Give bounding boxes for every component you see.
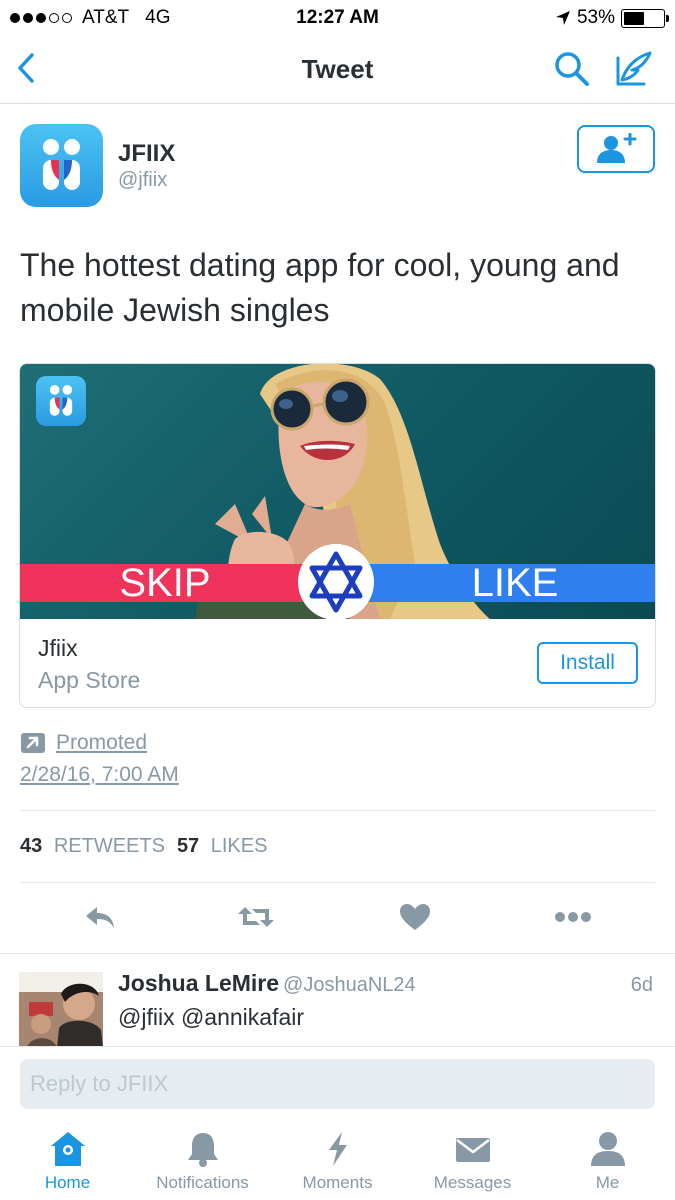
tweet-actions <box>0 895 675 939</box>
card-store-name: App Store <box>38 667 141 693</box>
jfiix-logo-icon <box>43 139 80 190</box>
divider <box>0 953 675 954</box>
tab-bar: Home Notifications Moments Messages Me <box>0 1120 675 1200</box>
tab-me[interactable]: Me <box>540 1130 675 1200</box>
likes-label: LIKES <box>210 835 268 857</box>
skip-label: SKIP <box>119 561 211 605</box>
tab-label: Messages <box>433 1173 512 1192</box>
reply-time: 6d <box>630 974 653 996</box>
home-icon <box>50 1132 85 1166</box>
card-app-name: Jfiix <box>38 635 78 661</box>
tab-label: Me <box>595 1173 620 1192</box>
retweet-button[interactable] <box>236 899 276 935</box>
likes-count: 57 <box>176 835 200 857</box>
tab-label: Notifications <box>156 1173 249 1192</box>
retweets-stat[interactable]: 43 RETWEETS <box>20 835 165 858</box>
retweets-label: RETWEETS <box>53 835 165 857</box>
likes-stat[interactable]: 57 LIKES <box>177 835 268 858</box>
tab-label: Home <box>44 1173 91 1192</box>
battery-icon <box>621 8 669 28</box>
display-name[interactable]: JFIIX <box>118 140 175 168</box>
more-button[interactable] <box>553 899 593 935</box>
app-avatar[interactable] <box>20 124 103 207</box>
like-label: LIKE <box>471 561 559 605</box>
reply-handle: @JoshuaNL24 <box>283 974 416 996</box>
reply-composer <box>0 1046 675 1120</box>
status-bar: AT&T 4G 12:27 AM 53% <box>0 0 675 36</box>
divider <box>20 810 655 811</box>
person-icon <box>590 1132 625 1166</box>
tab-moments[interactable]: Moments <box>270 1130 405 1200</box>
retweet-icon <box>238 907 274 927</box>
divider <box>20 882 655 883</box>
install-button[interactable]: Install <box>537 642 638 684</box>
reply-input[interactable] <box>20 1059 655 1109</box>
promoted-label[interactable]: Promoted <box>56 731 147 755</box>
promoted-arrow-icon <box>21 733 45 753</box>
navigation-bar: Tweet <box>0 36 675 104</box>
promoted-row[interactable]: Promoted <box>20 731 147 755</box>
status-right: 53% <box>555 7 669 29</box>
retweets-count: 43 <box>20 835 43 857</box>
envelope-icon <box>455 1138 490 1162</box>
follow-button[interactable] <box>577 125 655 173</box>
card-promo-image[interactable]: SKIP LIKE <box>20 364 655 619</box>
app-card[interactable]: SKIP LIKE Jfiix App Store Install <box>19 363 656 708</box>
reply-icon <box>86 907 114 928</box>
reply-avatar[interactable] <box>19 972 103 1048</box>
reply-author[interactable]: Joshua LeMire @JoshuaNL24 <box>118 970 416 997</box>
tweet-stats: 43 RETWEETS 57 LIKES <box>20 835 267 858</box>
tab-messages[interactable]: Messages <box>405 1130 540 1200</box>
card-app-icon <box>36 376 86 426</box>
reply-text: @jfiix @annikafair <box>118 1004 305 1030</box>
add-person-icon <box>597 133 637 163</box>
user-handle[interactable]: @jfiix <box>118 169 167 192</box>
location-arrow-icon <box>555 11 570 25</box>
battery-percent: 53% <box>576 7 615 28</box>
heart-icon <box>400 904 430 930</box>
tab-label: Moments <box>302 1173 373 1192</box>
lightning-icon <box>328 1132 347 1166</box>
tab-notifications[interactable]: Notifications <box>135 1130 270 1200</box>
tweet-text: The hottest dating app for cool, young a… <box>20 247 620 328</box>
bell-icon <box>187 1133 218 1167</box>
more-dots-icon <box>555 912 591 922</box>
like-button[interactable] <box>395 899 435 935</box>
reply-display-name: Joshua LeMire <box>118 970 280 996</box>
tab-home[interactable]: Home <box>0 1130 135 1200</box>
tweet-timestamp[interactable]: 2/28/16, 7:00 AM <box>20 763 179 787</box>
compose-icon[interactable] <box>612 48 654 90</box>
reply-button[interactable] <box>80 899 120 935</box>
search-icon[interactable] <box>553 50 591 88</box>
